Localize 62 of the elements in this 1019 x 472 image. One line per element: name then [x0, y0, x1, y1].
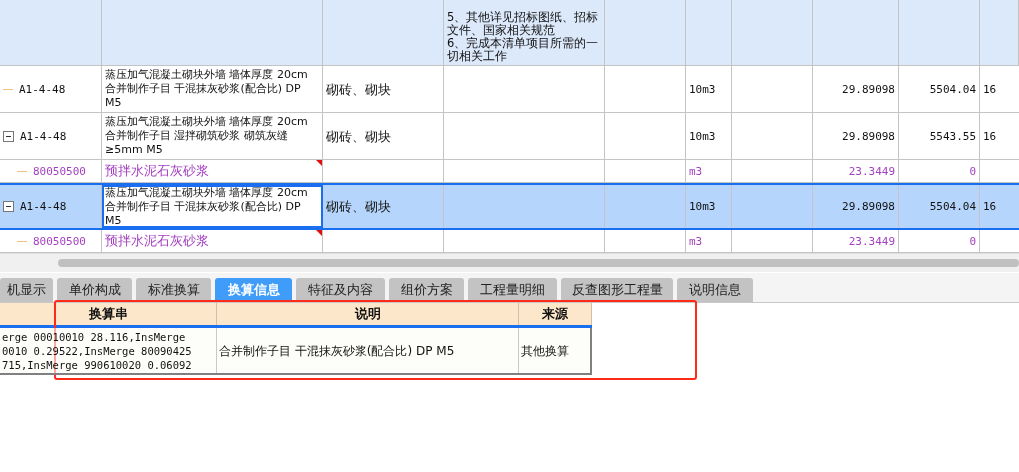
tab[interactable]: 单价构成	[57, 278, 132, 302]
description-cell: 合并制作子目 干混抹灰砂浆(配合比) DP M5	[219, 343, 455, 358]
quantity-cell: 23.3449	[848, 233, 895, 249]
price-cell: 0	[969, 233, 976, 249]
table-cell: 16	[983, 81, 997, 97]
quantity-cell: 29.89098	[842, 199, 895, 214]
table-row[interactable]: 80050500 预拌水泥石灰砂浆 m3 23.3449 0	[0, 230, 1019, 253]
code-cell: A1-4-48	[19, 81, 66, 97]
source-cell: 其他换算	[521, 343, 569, 358]
conversion-string: erge 00010010 28.116,InsMerge	[2, 329, 187, 344]
collapse-icon[interactable]	[3, 201, 14, 212]
table-row[interactable]: A1-4-48 蒸压加气混凝土砌块外墙 墙体厚度 20cm 合并制作子目 干混抹灰砂浆(配合比) DP M5 砌砖、砌块 10m3 29.89098 5504.04 16	[0, 66, 1019, 113]
code-cell: A1-4-48	[20, 199, 67, 214]
tree-line	[3, 88, 13, 90]
tab[interactable]: 特征及内容	[296, 278, 385, 302]
collapse-icon[interactable]	[3, 130, 14, 142]
table-row[interactable]: A1-4-48 蒸压加气混凝土砌块外墙 墙体厚度 20cm 合并制作子目 湿拌砌筑砂浆 砌筑灰缝≥5mm M5 砌砖、砌块 10m3 29.89098 5543.55 16	[0, 113, 1019, 160]
name-cell-text: 蒸压加气混凝土砌块外墙 墙体厚度 20cm 合并制作子目 干混抹灰砂浆(配合比) DP M5	[105, 68, 309, 110]
code-cell: 80050500	[33, 233, 86, 249]
code-cell: A1-4-48	[20, 128, 67, 144]
price-cell: 0	[969, 163, 976, 179]
tab[interactable]: 标准换算	[136, 278, 211, 302]
unit-cell: 10m3	[689, 128, 716, 144]
price-cell: 5543.55	[929, 128, 976, 144]
table-row[interactable]: A1-4-48 蒸压加气混凝土砌块外墙 墙体厚度 20cm 合并制作子目 干混抹灰砂浆(配合比) DP M5 砌砖、砌块 10m3 29.89098 5504.04 16	[0, 183, 1019, 230]
table-row[interactable]: 80050500 预拌水泥石灰砂浆 m3 23.3449 0	[0, 160, 1019, 183]
name-cell: 预拌水泥石灰砂浆	[105, 234, 209, 248]
table-cell: 16	[983, 199, 997, 214]
tab[interactable]: 机显示	[0, 278, 53, 302]
feature-text: 文件、国家相关规范	[447, 24, 556, 37]
price-cell: 5504.04	[929, 81, 976, 97]
tree-line	[17, 170, 27, 172]
column-header: 说明	[217, 303, 519, 325]
conversion-string: 0010 0.29522,InsMerge 80090425	[2, 343, 192, 358]
conversion-string: 715,InsMerge 990610020 0.06092	[2, 357, 192, 372]
unit-cell: m3	[689, 233, 703, 249]
column-header: 来源	[519, 303, 592, 325]
name-cell: 预拌水泥石灰砂浆	[105, 164, 209, 178]
quantity-cell: 23.3449	[848, 163, 895, 179]
unit-cell: 10m3	[689, 81, 716, 97]
quantity-cell: 29.89098	[842, 128, 895, 144]
unit-cell: m3	[689, 163, 703, 179]
category-cell: 砌砖、砌块	[326, 199, 391, 214]
code-cell: 80050500	[33, 163, 86, 179]
category-cell: 砌砖、砌块	[326, 128, 391, 144]
feature-text: 5、其他详见招标图纸、招标	[447, 11, 599, 24]
tab[interactable]: 反查图形工程量	[561, 278, 673, 302]
tab[interactable]: 说明信息	[677, 278, 753, 302]
column-header: 换算串	[0, 303, 217, 325]
unit-cell: 10m3	[689, 199, 716, 214]
category-cell: 砌砖、砌块	[326, 81, 391, 97]
table-cell: 16	[983, 128, 997, 144]
tab[interactable]: 工程量明细	[468, 278, 557, 302]
scrollbar-thumb[interactable]	[58, 259, 1019, 267]
name-cell-text: 蒸压加气混凝土砌块外墙 墙体厚度 20cm 合并制作子目 干混抹灰砂浆(配合比) DP M5	[105, 185, 309, 228]
tree-line	[17, 240, 27, 242]
feature-text: 切相关工作	[447, 50, 508, 63]
tab[interactable]: 组价方案	[389, 278, 464, 302]
name-cell-text: 蒸压加气混凝土砌块外墙 墙体厚度 20cm 合并制作子目 湿拌砌筑砂浆 砌筑灰缝≥5mm M5	[105, 115, 309, 157]
feature-text: 6、完成本清单项目所需的一	[447, 37, 599, 50]
price-cell: 5504.04	[929, 199, 976, 214]
quantity-cell: 29.89098	[842, 81, 895, 97]
